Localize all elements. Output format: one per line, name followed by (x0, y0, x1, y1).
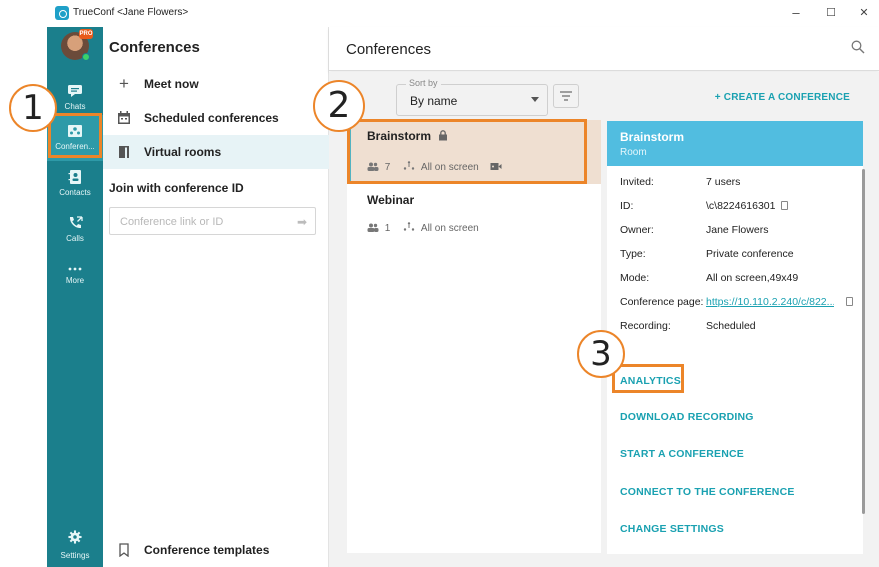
contacts-icon (68, 170, 81, 184)
detail-value: All on screen,49x49 (706, 272, 799, 284)
details-header: Brainstorm Room (607, 121, 863, 166)
menu-label-scheduled: Scheduled conferences (144, 111, 279, 125)
sort-value: By name (410, 94, 458, 108)
details-title: Brainstorm (620, 130, 685, 144)
copy-icon[interactable] (781, 201, 789, 210)
create-conference-button[interactable]: + CREATE A CONFERENCE (715, 92, 850, 103)
sidebar-item-contacts[interactable]: Contacts (47, 161, 103, 207)
sidebar-item-more[interactable]: More (47, 253, 103, 299)
filter-icon (560, 91, 572, 101)
participant-count: 1 (384, 223, 391, 234)
title-bar: TrueConf <Jane Flowers> – ☐ ✕ (0, 0, 879, 27)
sidebar-item-calls[interactable]: Calls (47, 207, 103, 253)
minimize-button[interactable]: – (781, 3, 811, 23)
sort-legend: Sort by (406, 78, 441, 88)
detail-key: Recording: (620, 320, 671, 332)
detail-value: \c\8224616301 (706, 200, 856, 212)
conference-id-input[interactable] (120, 214, 280, 230)
gear-icon (68, 530, 82, 544)
chat-icon (68, 85, 82, 97)
pane-title: Conferences (109, 39, 200, 56)
close-button[interactable]: ✕ (849, 3, 879, 23)
conference-page-link[interactable]: https://10.110.2.240/c/822... (706, 296, 834, 308)
trueconf-app-icon (55, 6, 69, 20)
sidebar-label-contacts: Contacts (59, 188, 91, 197)
highlight-box-2 (347, 119, 587, 184)
detail-key: Invited: (620, 176, 654, 188)
callout-1: 1 (9, 84, 57, 132)
sidebar-item-settings[interactable]: Settings (47, 521, 103, 567)
sidebar-label-settings: Settings (60, 551, 90, 560)
arrow-right-icon[interactable]: ➡ (297, 215, 307, 229)
detail-key: Mode: (620, 272, 650, 284)
conference-mode: All on screen (420, 223, 479, 234)
plus-icon: + (119, 74, 129, 93)
conference-name: Webinar (367, 193, 415, 207)
detail-key: ID: (620, 200, 634, 212)
conferences-menu-pane: Conferences + Meet now Scheduled confere… (103, 27, 329, 567)
filter-button[interactable] (553, 84, 579, 108)
detail-value: Private conference (706, 248, 794, 260)
details-subtitle: Room (620, 147, 647, 158)
download-recording-button[interactable]: DOWNLOAD RECORDING (620, 411, 754, 423)
detail-key: Conference page: (620, 296, 704, 308)
callout-3: 3 (577, 330, 625, 378)
details-scrollbar[interactable] (862, 169, 865, 514)
sort-dropdown[interactable]: Sort by By name (396, 78, 548, 116)
search-icon[interactable] (851, 40, 865, 54)
highlight-box-1 (48, 113, 102, 158)
detail-key: Owner: (620, 224, 654, 236)
calls-icon (69, 216, 83, 229)
participants-icon (367, 223, 379, 232)
copy-icon[interactable] (846, 297, 853, 306)
conference-list: Brainstorm 7 All on screen Webinar 1 All… (347, 120, 601, 553)
detail-value: Scheduled (706, 320, 756, 332)
detail-key: Type: (620, 248, 646, 260)
conference-id-field[interactable]: ➡ (109, 207, 316, 235)
chevron-down-icon (531, 97, 539, 102)
online-status-icon (82, 53, 90, 61)
detail-value: Jane Flowers (706, 224, 769, 236)
main-header: Conferences (329, 27, 879, 71)
menu-label-virtual-rooms: Virtual rooms (144, 145, 222, 159)
conference-card-webinar[interactable]: Webinar 1 All on screen (347, 184, 601, 248)
menu-label-meet-now: Meet now (144, 77, 199, 91)
conference-details-panel: Brainstorm Room Invited: 7 users ID: \c\82… (607, 121, 865, 554)
highlight-box-3 (612, 364, 684, 393)
start-conference-button[interactable]: START A CONFERENCE (620, 448, 744, 460)
conference-meta: 1 All on screen (367, 222, 479, 234)
more-icon (68, 267, 82, 271)
menu-item-meet-now[interactable]: + Meet now (103, 67, 329, 101)
connect-conference-button[interactable]: CONNECT TO THE CONFERENCE (620, 486, 795, 498)
pro-badge: PRO (79, 29, 93, 39)
maximize-button[interactable]: ☐ (816, 3, 846, 23)
menu-item-scheduled-conferences[interactable]: Scheduled conferences (103, 101, 329, 135)
menu-item-conference-templates[interactable]: Conference templates (103, 533, 329, 567)
sidebar-label-more: More (65, 276, 85, 285)
bookmark-icon (119, 543, 129, 557)
detail-value: 7 users (706, 176, 741, 188)
menu-label-templates: Conference templates (144, 543, 270, 557)
door-icon (119, 146, 129, 158)
sidebar-label-calls: Calls (66, 234, 84, 243)
join-with-id-label: Join with conference ID (109, 181, 244, 195)
page-title: Conferences (346, 41, 432, 58)
change-settings-button[interactable]: CHANGE SETTINGS (620, 523, 724, 535)
callout-2: 2 (313, 80, 365, 132)
calendar-icon (118, 111, 130, 124)
menu-item-virtual-rooms[interactable]: Virtual rooms (103, 135, 329, 169)
all-on-screen-icon (403, 222, 415, 231)
window-title: TrueConf <Jane Flowers> (73, 7, 189, 18)
